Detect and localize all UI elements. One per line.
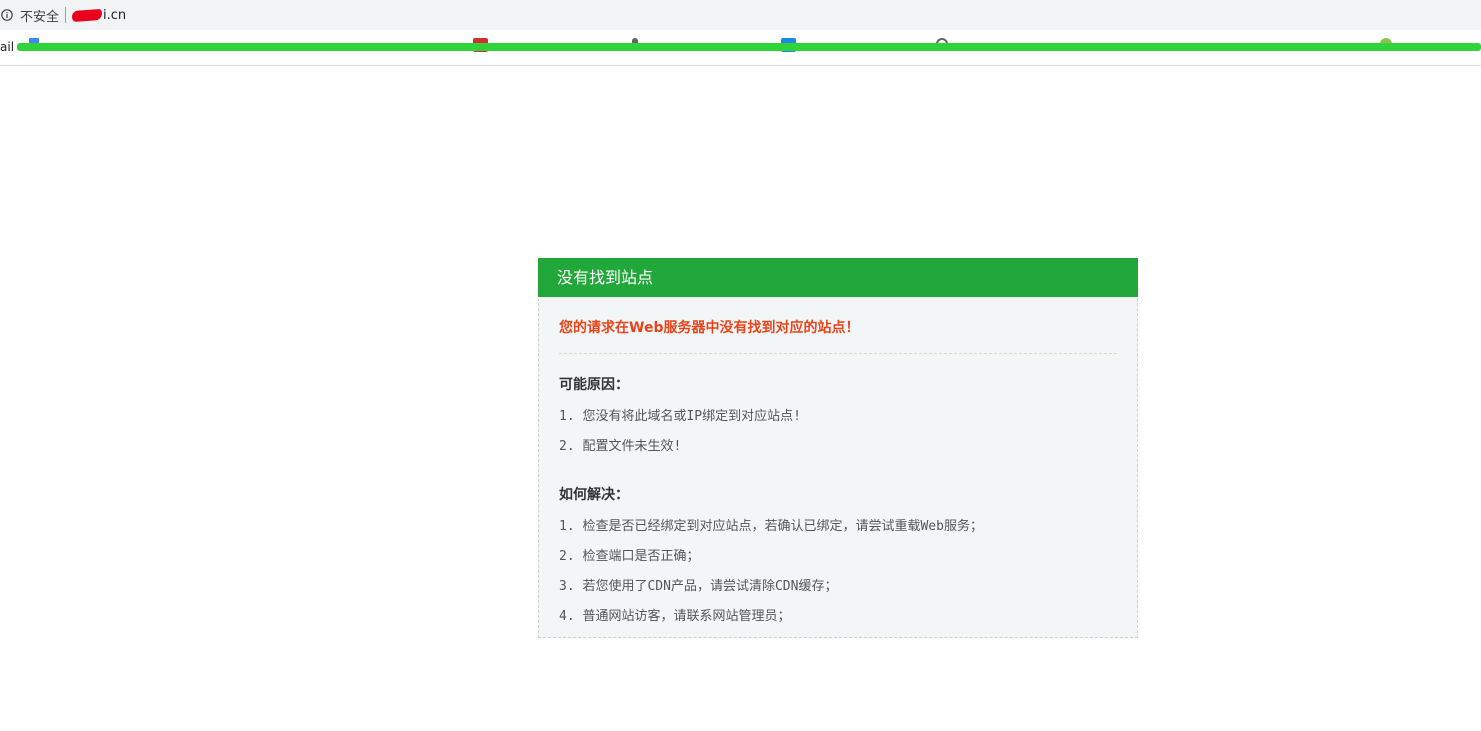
cause-item: 1. 您没有将此域名或IP绑定到对应站点! xyxy=(559,409,801,424)
causes-title: 可能原因： xyxy=(559,377,629,393)
error-message: 您的请求在Web服务器中没有找到对应的站点！ xyxy=(559,297,1117,354)
address-bar[interactable]: 不安全 i.cn xyxy=(0,0,1481,30)
bookmarks-bar: ail xyxy=(0,30,1481,66)
solutions-title: 如何解决： xyxy=(559,487,629,503)
solution-item: 3. 若您使用了CDN产品，请尝试清除CDN缓存； xyxy=(559,579,838,594)
solution-item: 4. 普通网站访客，请联系网站管理员； xyxy=(559,609,791,624)
causes-list: 1. 您没有将此域名或IP绑定到对应站点! 2. 配置文件未生效! xyxy=(559,402,1117,462)
url-text[interactable]: i.cn xyxy=(103,8,126,23)
panel-header: 没有找到站点 xyxy=(538,258,1138,297)
security-status-label[interactable]: 不安全 xyxy=(20,6,59,25)
solution-item: 2. 检查端口是否正确； xyxy=(559,549,700,564)
url-redaction-mark xyxy=(71,8,103,22)
error-panel: 没有找到站点 您的请求在Web服务器中没有找到对应的站点！ 可能原因： 1. 您… xyxy=(538,258,1138,638)
solution-item: 1. 检查是否已经绑定到对应站点，若确认已绑定，请尝试重载Web服务； xyxy=(559,519,983,534)
bookmark-label-partial[interactable]: ail xyxy=(0,40,14,54)
cause-item: 2. 配置文件未生效! xyxy=(559,439,682,454)
bookmarks-redaction xyxy=(17,43,1481,51)
url-divider xyxy=(65,7,67,23)
solutions-list: 1. 检查是否已经绑定到对应站点，若确认已绑定，请尝试重载Web服务； 2. 检… xyxy=(559,512,1117,632)
info-icon[interactable] xyxy=(1,9,13,21)
panel-body: 您的请求在Web服务器中没有找到对应的站点！ 可能原因： 1. 您没有将此域名或… xyxy=(539,297,1137,632)
